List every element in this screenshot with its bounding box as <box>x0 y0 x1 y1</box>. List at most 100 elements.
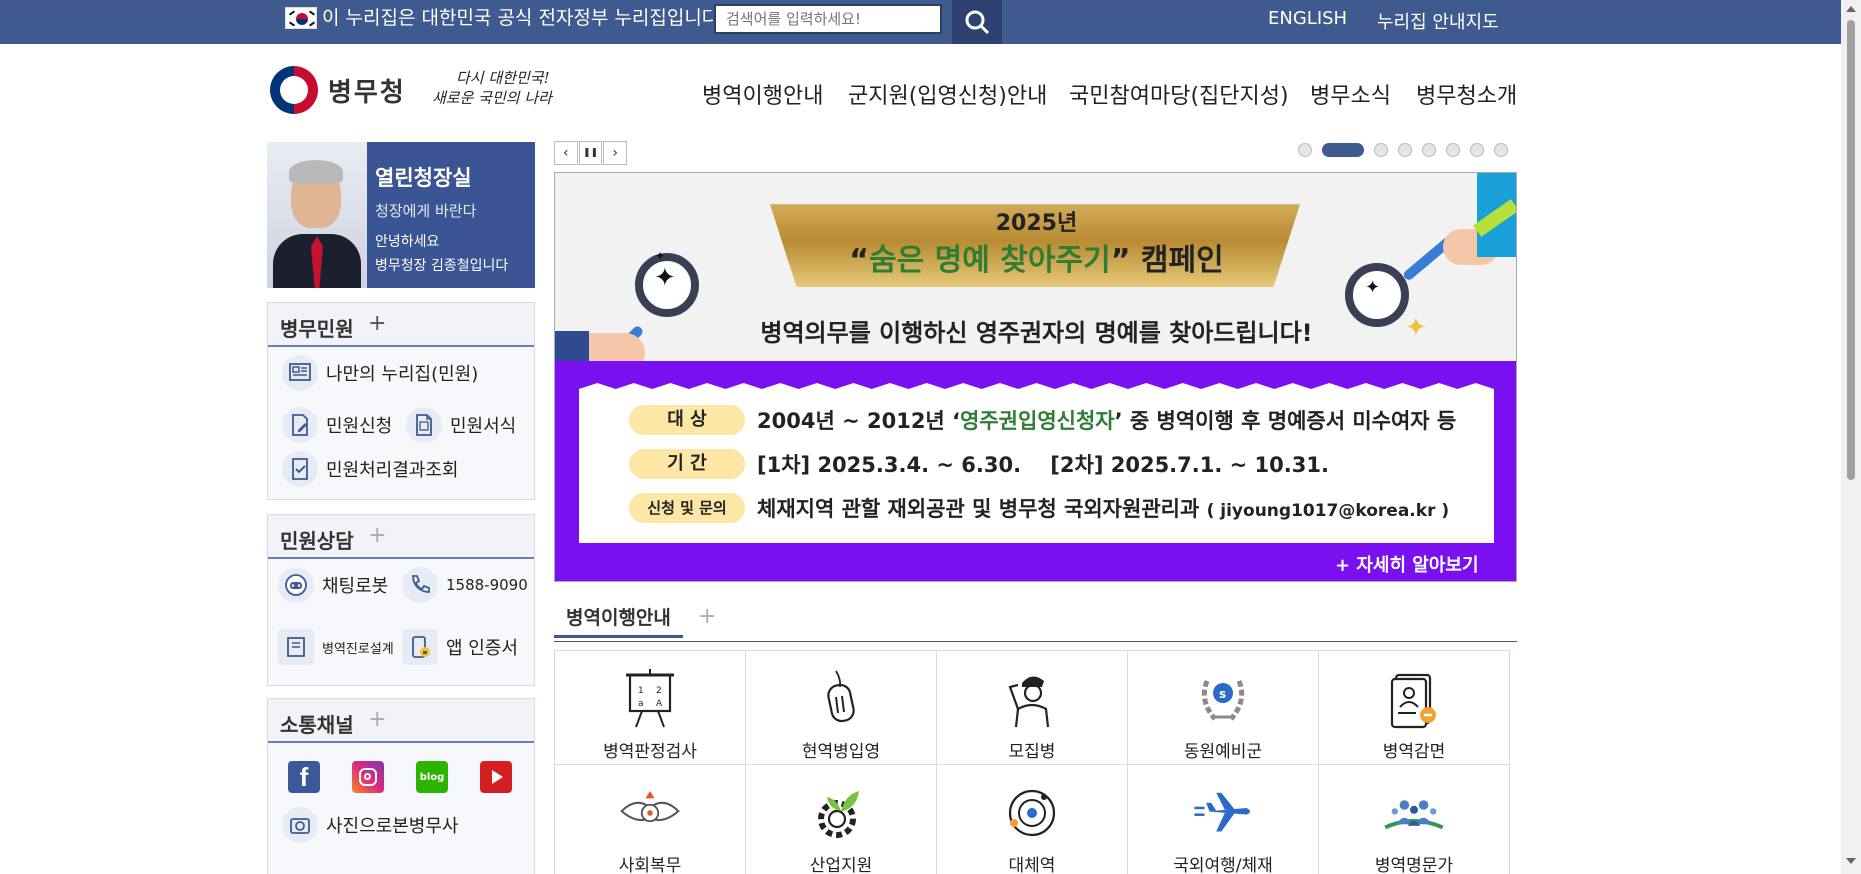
sitemap-link[interactable]: 누리집 안내지도 <box>1377 8 1499 34</box>
orbit-circle-icon <box>1000 781 1064 845</box>
facebook-icon[interactable]: f <box>288 761 320 793</box>
item-label: 병역진로설계 <box>322 641 394 657</box>
cell-label: 동원예비군 <box>1183 742 1263 762</box>
slider-dot-3[interactable] <box>1374 143 1388 157</box>
info-period-row: 기 간 [1차] 2025.3.4. ~ 6.30. [2차] 2025.7.1… <box>629 449 1329 479</box>
robot-icon <box>278 567 314 603</box>
slider-pagination <box>1298 143 1508 157</box>
career-design-link[interactable]: 병역진로설계 <box>278 629 394 665</box>
cell-label: 산업지원 <box>809 856 873 874</box>
slider-prev-button[interactable]: ‹ <box>554 141 578 165</box>
campaign-banner[interactable]: 2025년 “숨은 명예 찾아주기” 캠페인 병역의무를 이행하신 영주권자의 … <box>554 172 1517 582</box>
item-label: 채팅로봇 <box>322 576 389 597</box>
slider-next-button[interactable]: › <box>603 141 628 165</box>
chatbot-link[interactable]: 채팅로봇 <box>278 567 388 603</box>
search-button[interactable] <box>952 0 1002 44</box>
photo-history-link[interactable]: 사진으로본병무사 <box>282 807 458 843</box>
blog-icon[interactable]: blog <box>416 761 448 793</box>
scroll-up-icon[interactable] <box>1846 6 1856 12</box>
slider-pause-button[interactable]: ❚❚ <box>578 141 603 165</box>
section-divider <box>554 641 1517 642</box>
book-icon <box>278 629 314 665</box>
cell-label: 대체역 <box>1008 856 1056 874</box>
guide-item-exemption[interactable]: 병역감면 <box>1319 651 1510 765</box>
banner-more-link[interactable]: + 자세히 알아보기 <box>1335 551 1479 577</box>
info-text: 체재지역 관할 재외공관 및 병무청 국외자원관리과 ( jiyoung1017… <box>757 497 1450 521</box>
open-commissioner-office[interactable]: 열린청장실 청장에게 바란다 안녕하세요 병무청장 김종철입니다 <box>267 142 535 288</box>
petition-forms-link[interactable]: 민원서식 <box>406 407 516 443</box>
guide-item-active-duty[interactable]: 현역병입영 <box>746 651 937 765</box>
english-link[interactable]: ENGLISH <box>1268 8 1347 29</box>
nav-about[interactable]: 병무청소개 <box>1416 78 1517 110</box>
guide-item-exam[interactable]: 1 2 a A 병역판정검사 <box>555 651 746 765</box>
svg-text:A: A <box>656 699 663 709</box>
svg-text:2: 2 <box>656 686 662 696</box>
info-label: 신청 및 문의 <box>629 493 745 523</box>
item-label: 1588-9090 <box>446 576 528 594</box>
guide-item-recruit[interactable]: 모집병 <box>937 651 1128 765</box>
government-emblem-icon <box>270 66 318 114</box>
slider-dot-5[interactable] <box>1422 143 1436 157</box>
info-contact-row: 신청 및 문의 체재지역 관할 재외공관 및 병무청 국외자원관리과 ( jiy… <box>629 493 1449 523</box>
slider-dot-4[interactable] <box>1398 143 1412 157</box>
nav-participation[interactable]: 국민참여마당(집단지성) <box>1069 78 1289 110</box>
search-icon <box>965 10 990 35</box>
app-certificate-link[interactable]: 앱 인증서 <box>402 629 518 665</box>
slider-dot-2[interactable] <box>1322 143 1364 157</box>
ceo-greeting: 안녕하세요 병무청장 김종철입니다 <box>375 230 508 278</box>
phone-lock-icon <box>402 629 438 665</box>
petition-apply-link[interactable]: 민원신청 <box>282 407 392 443</box>
scroll-thumb[interactable] <box>1847 20 1855 480</box>
site-logo[interactable]: 병무청 다시 대한민국! 새로운 국민의 나라 <box>270 64 570 120</box>
guide-item-social-service[interactable]: 사회복무 <box>555 765 746 874</box>
nav-volunteer-guide[interactable]: 군지원(입영신청)안내 <box>848 78 1047 110</box>
svg-text:s: s <box>1219 687 1226 701</box>
guide-item-overseas[interactable]: 국외여행/체재 <box>1128 765 1319 874</box>
slider-dot-8[interactable] <box>1494 143 1508 157</box>
civil-more-button[interactable]: + <box>368 311 386 336</box>
slogan-line-1: 다시 대한민국! <box>456 69 550 87</box>
youtube-icon[interactable] <box>480 761 512 793</box>
channel-more-button[interactable]: + <box>368 707 386 732</box>
page-scrollbar[interactable] <box>1841 0 1861 874</box>
item-label: 나만의 누리집(민원) <box>326 364 479 385</box>
panel-title: 민원상담 <box>280 529 354 553</box>
guide-more-button[interactable]: + <box>698 604 716 629</box>
service-guide-grid: 12aA 병역판정검사 현역병입영 모집병 s 동원예비군 병역감면 사회복무 … <box>554 650 1510 874</box>
consult-more-button[interactable]: + <box>368 523 386 548</box>
social-service-emblem-icon <box>618 781 682 845</box>
call-center-link[interactable]: 1588-9090 <box>402 567 528 603</box>
slider-dot-6[interactable] <box>1446 143 1460 157</box>
guide-item-alternative[interactable]: 대체역 <box>937 765 1128 874</box>
tab-service-guide[interactable]: 병역이행안내 <box>554 598 683 638</box>
search-input[interactable] <box>714 4 942 34</box>
info-text: [1차] 2025.3.4. ~ 6.30. [2차] 2025.7.1. ~ … <box>757 453 1329 477</box>
panel-title: 소통채널 <box>280 713 354 737</box>
laurel-emblem-icon: s <box>1191 667 1255 731</box>
document-pen-icon <box>282 407 318 443</box>
nav-news[interactable]: 병무소식 <box>1310 78 1391 110</box>
slider-dot-7[interactable] <box>1470 143 1484 157</box>
slogan: 다시 대한민국! 새로운 국민의 나라 <box>432 68 552 108</box>
guide-item-industrial[interactable]: 산업지원 <box>746 765 937 874</box>
cell-label: 병역감면 <box>1382 742 1446 762</box>
guide-item-reserve[interactable]: s 동원예비군 <box>1128 651 1319 765</box>
contact-email: ( jiyoung1017@korea.kr ) <box>1206 501 1450 521</box>
info-label: 대 상 <box>629 405 745 435</box>
scroll-down-icon[interactable] <box>1846 858 1856 864</box>
cell-label: 현역병입영 <box>801 742 881 762</box>
instagram-icon[interactable] <box>352 761 384 793</box>
cell-label: 국외여행/체재 <box>1173 856 1273 874</box>
item-label: 민원처리결과조회 <box>326 460 459 481</box>
petition-result-link[interactable]: 민원처리결과조회 <box>282 451 458 487</box>
document-icon <box>406 407 442 443</box>
id-document-icon <box>1382 667 1446 731</box>
nav-service-guide[interactable]: 병역이행안내 <box>702 78 823 110</box>
my-portal-link[interactable]: 나만의 누리집(민원) <box>282 355 478 391</box>
ceo-greeting-line-2: 병무청장 김종철입니다 <box>375 258 509 274</box>
guide-item-honored-family[interactable]: 병역명문가 <box>1319 765 1510 874</box>
commissioner-photo <box>267 142 367 288</box>
item-label: 사진으로본병무사 <box>326 816 459 837</box>
logo-text: 병무청 <box>328 78 406 108</box>
slider-dot-1[interactable] <box>1298 143 1312 157</box>
